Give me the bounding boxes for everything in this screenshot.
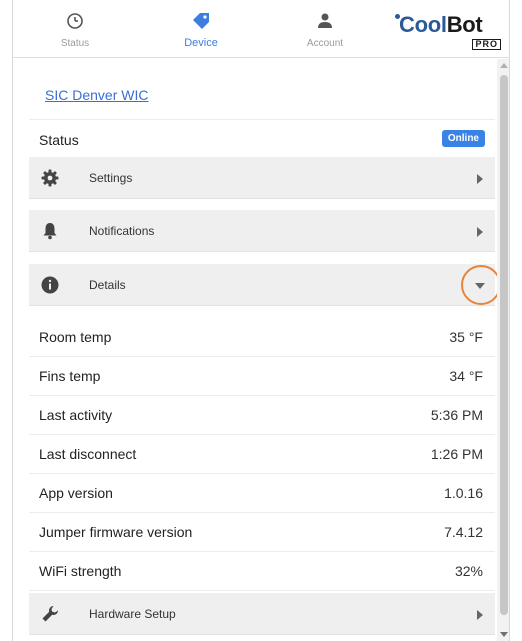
settings-label: Settings [89, 171, 133, 185]
detail-value: 5:36 PM [430, 407, 483, 423]
detail-key: WiFi strength [39, 563, 122, 579]
section-details[interactable]: Details [29, 264, 501, 306]
tab-device[interactable]: Device [141, 0, 261, 58]
device-name-link[interactable]: SIC Denver WIC [45, 87, 148, 103]
scrollbar[interactable] [497, 59, 509, 641]
notifications-label: Notifications [89, 224, 155, 238]
chevron-right-icon [477, 174, 483, 184]
detail-value: 7.4.12 [444, 524, 483, 540]
detail-value: 34 °F [449, 368, 483, 384]
clock-icon [66, 12, 84, 35]
detail-row: WiFi strength 32% [29, 552, 495, 591]
detail-value: 35 °F [449, 329, 483, 345]
scroll-up-icon[interactable] [500, 63, 508, 68]
person-icon [316, 12, 334, 35]
detail-row: Last disconnect 1:26 PM [29, 435, 495, 474]
app-frame: Status Device Account CoolBot PRO SIC De… [12, 0, 510, 641]
tab-account[interactable]: Account [265, 0, 385, 58]
tab-device-label: Device [184, 37, 218, 49]
detail-value: 1:26 PM [430, 446, 483, 462]
highlight-ring [461, 265, 501, 305]
coolbot-logo: CoolBot PRO [393, 12, 505, 52]
tab-account-label: Account [306, 38, 344, 49]
wrench-icon [41, 605, 59, 623]
detail-value: 32% [454, 563, 483, 579]
detail-key: Jumper firmware version [39, 524, 193, 540]
detail-key: App version [39, 485, 113, 501]
tab-status[interactable]: Status [15, 0, 135, 58]
logo-brand: CoolBot [399, 12, 483, 37]
info-icon [41, 276, 59, 294]
details-label: Details [89, 278, 126, 292]
section-notifications[interactable]: Notifications [29, 210, 495, 252]
detail-row: Fins temp 34 °F [29, 357, 495, 396]
scroll-down-icon[interactable] [500, 632, 508, 637]
scroll-thumb[interactable] [500, 75, 508, 615]
divider [29, 119, 495, 120]
detail-key: Last activity [39, 407, 113, 423]
chevron-right-icon [477, 227, 483, 237]
tab-status-label: Status [60, 38, 90, 49]
detail-key: Last disconnect [39, 446, 137, 462]
detail-key: Fins temp [39, 368, 101, 384]
section-settings[interactable]: Settings [29, 157, 495, 199]
detail-row: Jumper firmware version 7.4.12 [29, 513, 495, 552]
gear-icon [41, 169, 59, 187]
status-badge: Online [441, 130, 485, 147]
status-label: Status [39, 132, 79, 148]
hardware-setup-label: Hardware Setup [89, 607, 176, 621]
status-row: Status Online [29, 127, 495, 155]
detail-value: 1.0.16 [444, 485, 483, 501]
detail-row: Last activity 5:36 PM [29, 396, 495, 435]
bell-icon [41, 222, 59, 240]
detail-key: Room temp [39, 329, 112, 345]
detail-row: App version 1.0.16 [29, 474, 495, 513]
logo-pro: PRO [472, 39, 501, 50]
top-nav: Status Device Account CoolBot PRO [13, 0, 509, 58]
section-hardware-setup[interactable]: Hardware Setup [29, 593, 495, 635]
chevron-right-icon [477, 610, 483, 620]
tag-icon [191, 12, 211, 35]
detail-row: Room temp 35 °F [29, 318, 495, 357]
